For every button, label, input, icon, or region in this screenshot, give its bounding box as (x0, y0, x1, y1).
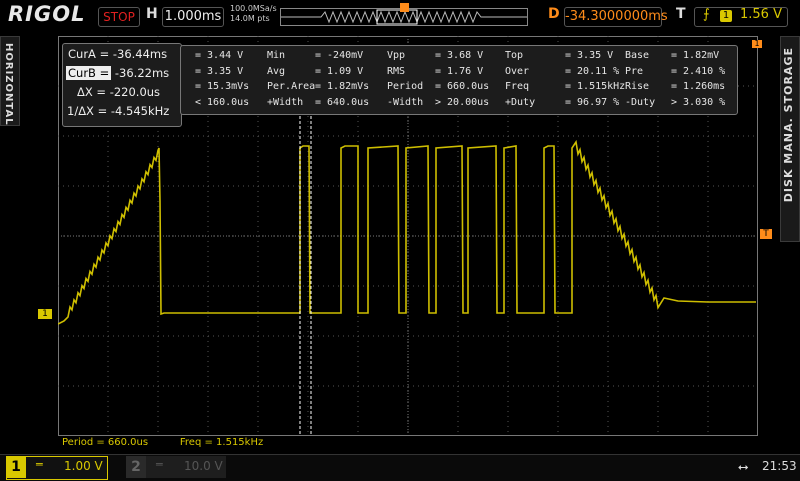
delta-x-readout: ΔX = -220.0us (77, 85, 161, 99)
measurement-name: RMS (387, 65, 406, 77)
measurement-name: Rise (625, 81, 650, 92)
measurement-name: Min (267, 50, 286, 61)
measurement-name: Avg (267, 65, 286, 77)
cursor-position-marker: 1 (752, 40, 762, 48)
trigger-channel: 1 (720, 10, 732, 22)
trigger-position-icon (400, 3, 409, 12)
system-clock: 21:53 (762, 459, 797, 473)
measurement-value: > 20.00us (435, 96, 490, 108)
measurement-name: Over (505, 65, 530, 77)
measurement-name: Per.Area (267, 81, 316, 92)
trigger-level: 1.56 V (740, 7, 782, 22)
dc-coupling-icon: ═ (36, 458, 43, 471)
horizontal-label: H (146, 6, 158, 22)
dc-coupling-icon: ═ (156, 458, 163, 471)
measurement-name: Top (505, 50, 524, 61)
cursor-readout-panel: CurA = -36.44ms CurB = -36.22ms ΔX = -22… (62, 43, 182, 127)
measurement-value: > 3.030 % (671, 96, 726, 108)
measurement-value: = 96.97 % (565, 96, 620, 108)
sample-rate: 100.0MSa/s (230, 4, 277, 13)
measurement-name: Pre (625, 65, 644, 77)
cursor-a-readout: CurA = -36.44ms (68, 47, 168, 61)
channel-2-scale: 10.0 V (184, 459, 223, 473)
measurement-value: = 1.76 V (435, 65, 484, 77)
measurement-value: = 1.515kHz (565, 81, 626, 92)
measurement-value: = 660.0us (435, 81, 490, 92)
measurement-value: = 640.0us (315, 96, 370, 108)
measurement-value: = 1.260ms (671, 81, 726, 92)
measurement-value: = 15.3mVs (195, 81, 250, 92)
brand-logo: RIGOL (8, 2, 86, 26)
channel-2-number: 2 (126, 456, 146, 478)
measurement-panel: = 3.44 V Min = -240mV Vpp = 3.68 V Top = 3.35 … (180, 45, 738, 115)
measurement-value: = 20.11 % (565, 65, 620, 77)
trigger-level-marker[interactable]: T (760, 229, 772, 239)
cursor-b-label[interactable]: CurB = (66, 66, 112, 80)
storage-tab-label: DISK MANA. STORAGE (782, 47, 795, 203)
measurement-name: -Width (387, 96, 424, 108)
measurement-value: = 3.35 V (195, 65, 244, 77)
measurement-value: = 1.09 V (315, 65, 364, 77)
ch1-offset-marker[interactable]: 1 (38, 309, 52, 319)
measurement-value: = 3.35 V (565, 50, 614, 61)
measurement-name: +Width (267, 96, 304, 108)
ch1-waveform (58, 139, 756, 325)
freq-status: Freq = 1.515kHz (179, 437, 264, 448)
delay-value[interactable]: -34.3000000ms (564, 7, 668, 27)
measurement-name: Freq (505, 81, 530, 92)
channel-bar (0, 454, 800, 481)
measurement-name: -Duty (625, 96, 656, 108)
measurement-value: = 1.82mVs (315, 81, 370, 92)
horizontal-tab[interactable]: HORIZONTAL (0, 36, 20, 126)
run-stop-indicator[interactable]: STOP (98, 7, 140, 27)
delay-label: D (548, 6, 560, 22)
measurement-name: Base (625, 50, 650, 61)
cursor-b-value: -36.22ms (114, 66, 170, 80)
memory-depth: 14.0M pts (230, 14, 270, 23)
measurement-value: = 1.82mV (671, 50, 720, 61)
channel-1-number: 1 (6, 456, 26, 478)
measurement-name: +Duty (505, 96, 536, 108)
measurement-name: Period (387, 81, 424, 92)
storage-tab[interactable]: DISK MANA. STORAGE (780, 36, 800, 242)
cursor-b-readout[interactable]: CurB = -36.22ms (66, 66, 169, 80)
measurement-value: < 160.0us (195, 96, 250, 108)
measurement-value: = 3.44 V (195, 50, 244, 61)
rising-edge-icon: ⨍ (703, 7, 710, 22)
inverse-delta-x-readout: 1/ΔX = -4.545kHz (67, 104, 170, 118)
status-measure-line: Period = 660.0us Freq = 1.515kHz (62, 437, 263, 448)
trigger-label: T (676, 6, 686, 22)
measurement-name: Vpp (387, 50, 406, 61)
measurement-value: = 2.410 % (671, 65, 726, 77)
usb-icon: ⭤ (738, 460, 749, 475)
channel-1-scale: 1.00 V (64, 459, 103, 473)
horizontal-tab-label: HORIZONTAL (3, 43, 14, 126)
measurement-value: = -240mV (315, 50, 364, 61)
measurement-value: = 3.68 V (435, 50, 484, 61)
timebase-value[interactable]: 1.000ms (162, 7, 224, 27)
period-status: Period = 660.0us (62, 437, 149, 448)
